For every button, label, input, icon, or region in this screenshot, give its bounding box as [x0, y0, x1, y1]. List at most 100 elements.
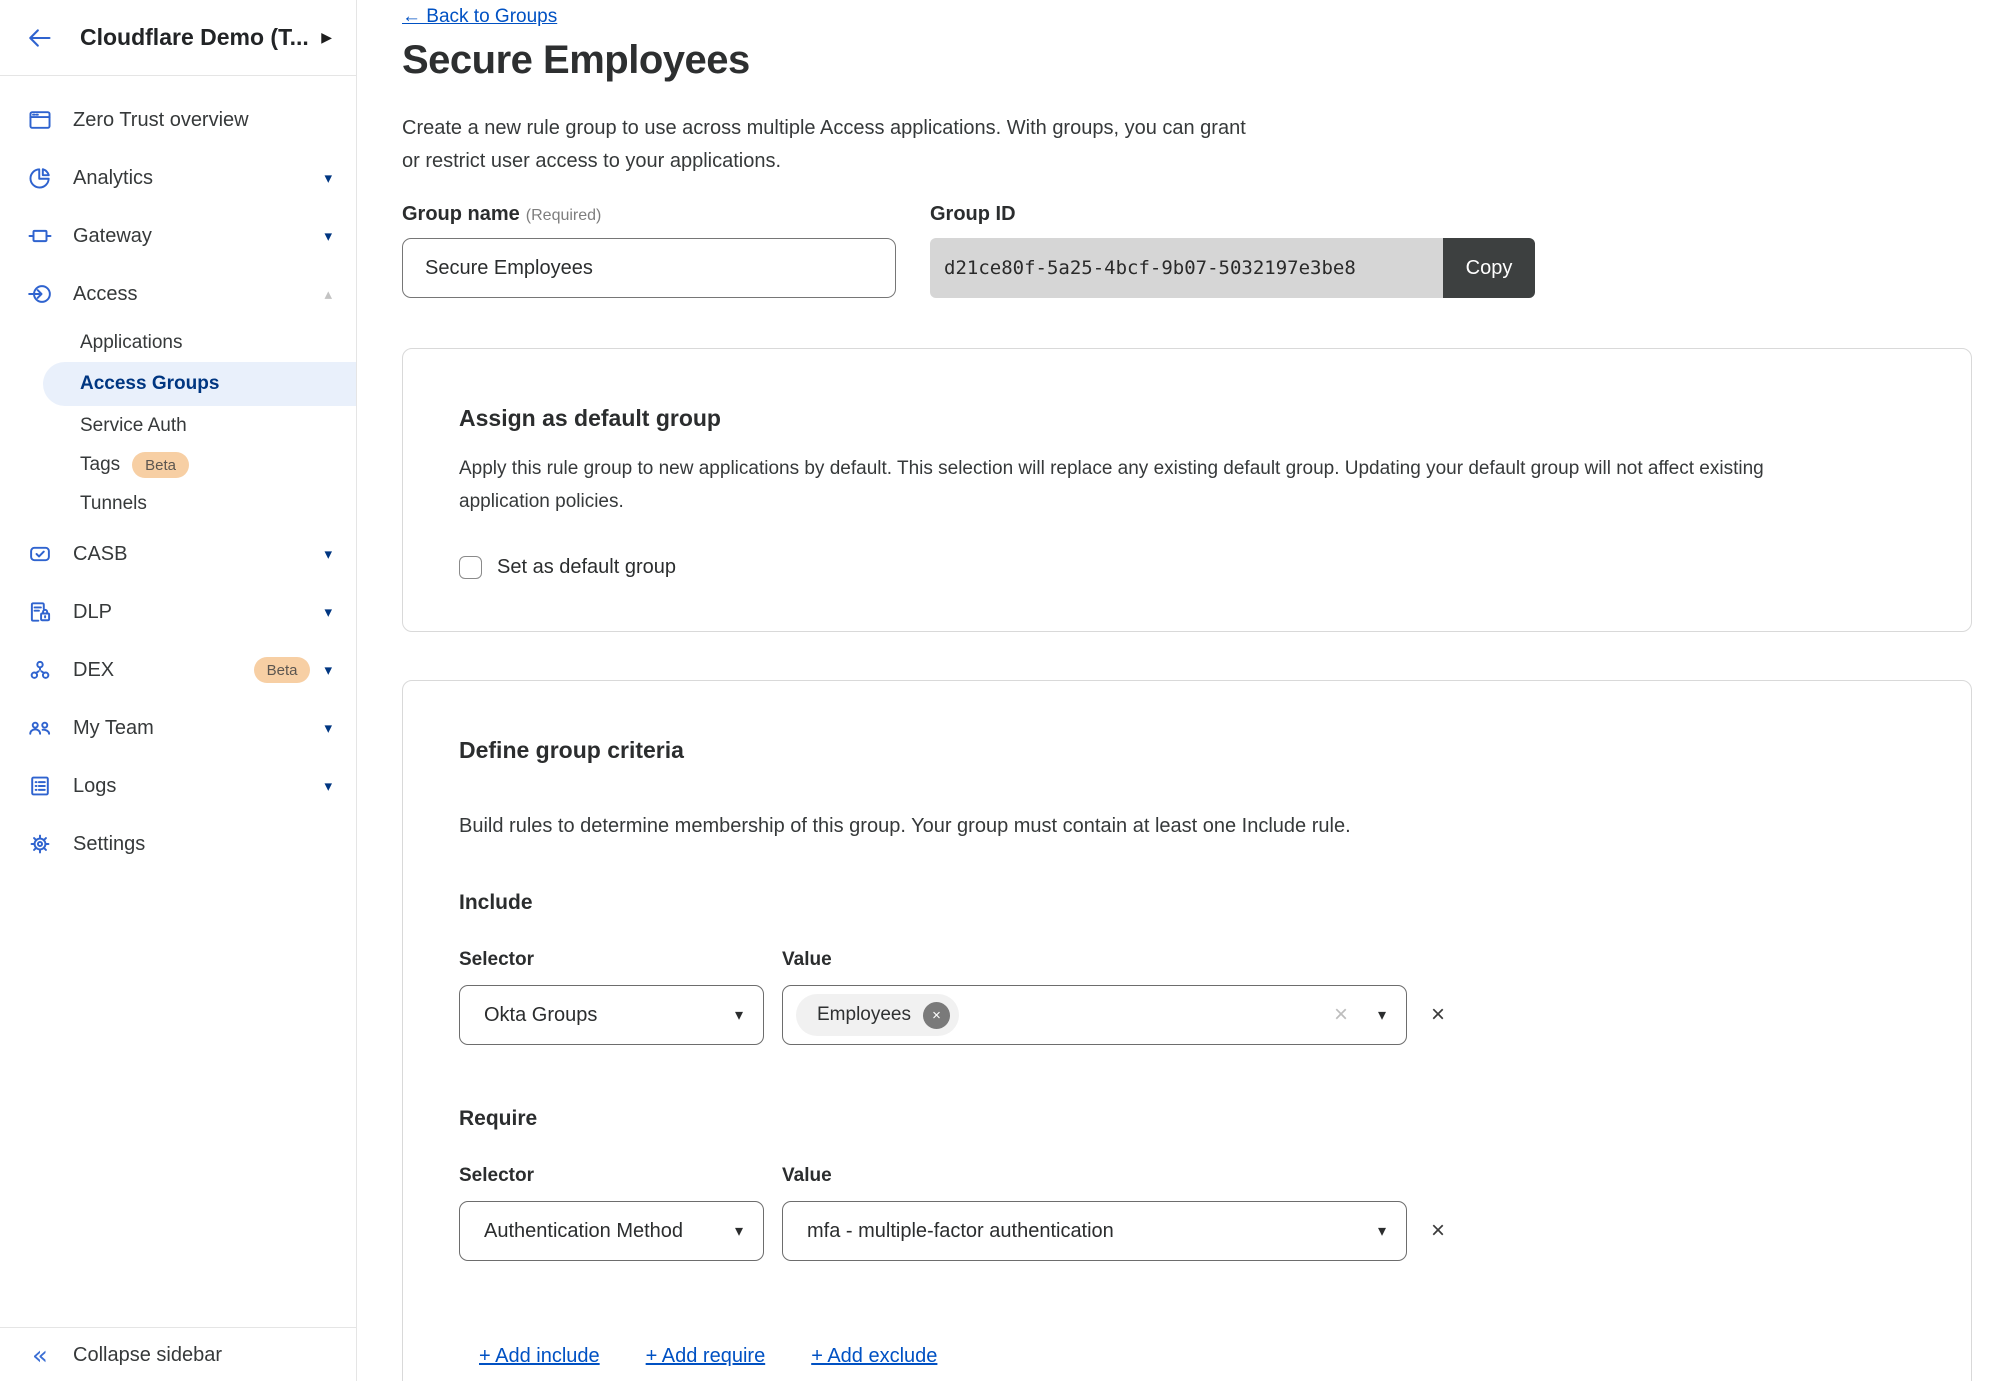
chevron-down-icon: ▾: [735, 1223, 743, 1239]
value-label: Value: [782, 949, 1407, 971]
sidebar-item-gateway[interactable]: Gateway ▾: [0, 207, 356, 265]
collapse-sidebar-button[interactable]: « Collapse sidebar: [0, 1327, 356, 1381]
include-value-column: Value Employees × × ▾: [782, 949, 1407, 1045]
require-rule-row: Selector Authentication Method ▾ Value m…: [459, 1165, 1915, 1261]
page-description-line: or restrict user access to your applicat…: [402, 145, 1246, 178]
sidebar-item-label: Gateway: [73, 225, 324, 248]
group-name-input[interactable]: [402, 238, 896, 298]
back-arrow-icon[interactable]: [25, 23, 55, 53]
document-lock-icon: [27, 599, 53, 625]
set-default-group-row: Set as default group: [459, 556, 1915, 579]
sidebar-item-label: My Team: [73, 717, 324, 740]
require-selector-value: Authentication Method: [484, 1220, 723, 1243]
sidebar-item-label: Access: [73, 283, 324, 306]
sidebar-item-label: Logs: [73, 775, 324, 798]
pie-chart-icon: [27, 165, 53, 191]
sidebar-item-access-groups[interactable]: Access Groups: [43, 362, 356, 406]
copy-button[interactable]: Copy: [1443, 238, 1535, 298]
chevron-up-icon: ▴: [324, 287, 332, 302]
default-group-description-line: application policies.: [459, 485, 1879, 518]
add-rule-links: + Add include + Add require + Add exclud…: [459, 1345, 1915, 1368]
add-include-link[interactable]: + Add include: [479, 1345, 600, 1368]
collapse-sidebar-label: Collapse sidebar: [73, 1344, 222, 1367]
sidebar-item-settings[interactable]: Settings: [0, 815, 356, 873]
tag-remove-icon[interactable]: ×: [923, 1002, 950, 1029]
sidebar-item-label: Tunnels: [80, 493, 147, 515]
sidebar-item-label: Access Groups: [80, 373, 219, 395]
page-title: Secure Employees: [402, 38, 750, 83]
chevron-down-icon: ▾: [324, 663, 332, 678]
selector-label: Selector: [459, 949, 764, 971]
value-tag-label: Employees: [817, 1004, 911, 1026]
sidebar-item-zero-trust-overview[interactable]: Zero Trust overview: [0, 91, 356, 149]
chevron-down-icon: ▾: [324, 605, 332, 620]
sidebar-item-casb[interactable]: CASB ▾: [0, 525, 356, 583]
sidebar-item-applications[interactable]: Applications: [0, 323, 356, 362]
dex-network-icon: [27, 657, 53, 683]
value-tag: Employees ×: [796, 994, 959, 1036]
add-require-link[interactable]: + Add require: [646, 1345, 766, 1368]
page-description-line: Create a new rule group to use across mu…: [402, 112, 1246, 145]
criteria-card-title: Define group criteria: [459, 737, 1915, 764]
beta-badge: Beta: [132, 452, 189, 478]
chevron-down-icon: ▾: [735, 1007, 743, 1023]
sidebar-item-access[interactable]: Access ▴: [0, 265, 356, 323]
require-value-select[interactable]: mfa - multiple-factor authentication ▾: [782, 1201, 1407, 1261]
sidebar-item-label: Tags: [80, 454, 120, 476]
logs-icon: [27, 773, 53, 799]
default-group-card: Assign as default group Apply this rule …: [402, 348, 1972, 632]
clear-values-icon[interactable]: ×: [1334, 1003, 1348, 1027]
people-icon: [27, 715, 53, 741]
include-selector-column: Selector Okta Groups ▾: [459, 949, 764, 1045]
selector-label: Selector: [459, 1165, 764, 1187]
chevron-down-icon: ▾: [324, 721, 332, 736]
remove-require-rule-icon[interactable]: ×: [1431, 1219, 1915, 1243]
casb-icon: [27, 541, 53, 567]
group-id-value: d21ce80f-5a25-4bcf-9b07-5032197e3be8: [930, 238, 1443, 298]
default-group-card-title: Assign as default group: [459, 405, 1915, 432]
window-icon: [27, 107, 53, 133]
set-default-group-label: Set as default group: [497, 556, 676, 579]
access-subnav: Applications Access Groups Service Auth …: [0, 323, 356, 523]
group-name-field-group: Group name(Required): [402, 203, 896, 298]
collapse-chevrons-icon: «: [27, 1344, 53, 1368]
remove-include-rule-icon[interactable]: ×: [1431, 1003, 1915, 1027]
include-selector-select[interactable]: Okta Groups ▾: [459, 985, 764, 1045]
gateway-icon: [27, 223, 53, 249]
include-value-multiselect[interactable]: Employees × × ▾: [782, 985, 1407, 1045]
sidebar-item-my-team[interactable]: My Team ▾: [0, 699, 356, 757]
criteria-card: Define group criteria Build rules to det…: [402, 680, 1972, 1381]
required-hint: (Required): [526, 207, 602, 224]
account-name[interactable]: Cloudflare Demo (T...: [80, 24, 313, 51]
sidebar-item-label: DEX: [73, 659, 242, 682]
page-description: Create a new rule group to use across mu…: [402, 112, 1246, 178]
set-default-group-checkbox[interactable]: [459, 556, 482, 579]
sidebar-item-label: DLP: [73, 601, 324, 624]
sidebar-nav: Zero Trust overview Analytics ▾ Gateway …: [0, 76, 356, 873]
beta-badge: Beta: [254, 657, 311, 683]
default-group-description-line: Apply this rule group to new application…: [459, 452, 1879, 485]
gear-icon: [27, 831, 53, 857]
sidebar-item-dlp[interactable]: DLP ▾: [0, 583, 356, 641]
sidebar-item-label: Analytics: [73, 167, 324, 190]
require-selector-column: Selector Authentication Method ▾: [459, 1165, 764, 1261]
sidebar-item-service-auth[interactable]: Service Auth: [0, 406, 356, 445]
require-selector-select[interactable]: Authentication Method ▾: [459, 1201, 764, 1261]
sidebar: Cloudflare Demo (T... ▶ Zero Trust overv…: [0, 0, 357, 1381]
criteria-card-description: Build rules to determine membership of t…: [459, 810, 1879, 843]
sidebar-item-dex[interactable]: DEX Beta ▾: [0, 641, 356, 699]
sidebar-item-label: Settings: [73, 833, 332, 856]
sidebar-item-analytics[interactable]: Analytics ▾: [0, 149, 356, 207]
sidebar-item-label: CASB: [73, 543, 324, 566]
expand-account-chevron-icon[interactable]: ▶: [313, 30, 332, 46]
chevron-down-icon: ▾: [324, 171, 332, 186]
chevron-down-icon: ▾: [324, 779, 332, 794]
back-to-groups-link[interactable]: ← Back to Groups: [402, 6, 557, 28]
include-rule-row: Selector Okta Groups ▾ Value Employees ×: [459, 949, 1915, 1045]
sidebar-item-logs[interactable]: Logs ▾: [0, 757, 356, 815]
sidebar-item-tunnels[interactable]: Tunnels: [0, 484, 356, 523]
group-id-label: Group ID: [930, 203, 1535, 226]
add-exclude-link[interactable]: + Add exclude: [811, 1345, 937, 1368]
sidebar-item-tags[interactable]: Tags Beta: [0, 445, 356, 484]
include-selector-value: Okta Groups: [484, 1004, 723, 1027]
